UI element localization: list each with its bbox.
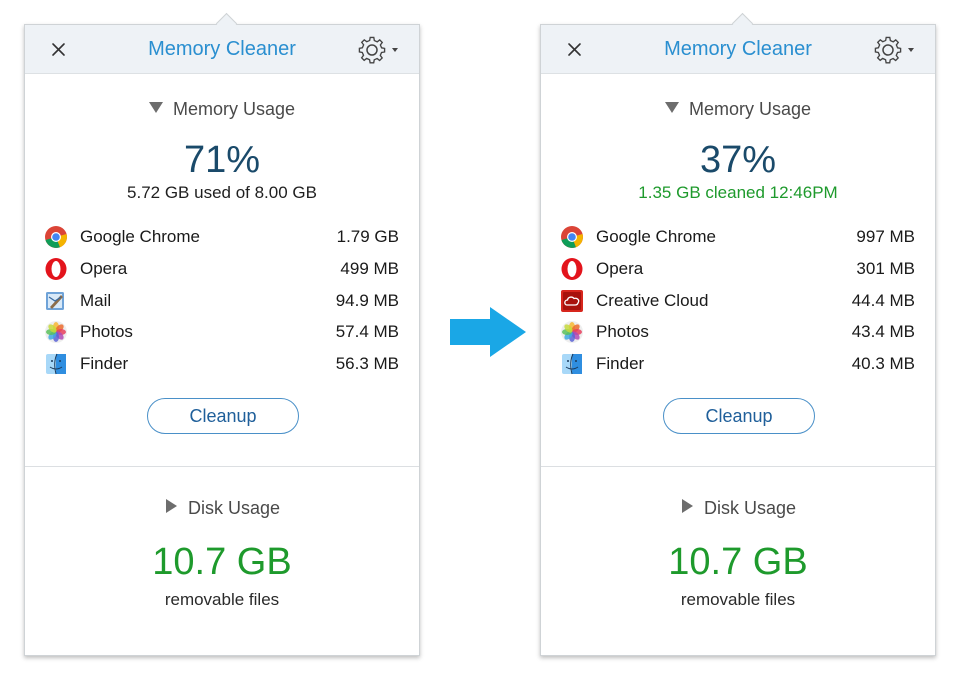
chrome-icon (45, 226, 67, 248)
app-memory-size: 56.3 MB (335, 354, 399, 374)
disk-usage-header: Disk Usage (703, 498, 797, 518)
app-memory-size: 43.4 MB (851, 322, 915, 342)
memory-usage-header: Memory Usage (172, 99, 296, 119)
memory-usage-toggle[interactable]: Memory Usage (541, 99, 935, 120)
section-divider (541, 466, 935, 467)
cleanup-button[interactable]: Cleanup (663, 398, 815, 434)
mail-icon (46, 291, 64, 310)
list-item: Opera 301 MB (560, 256, 915, 288)
memory-cleaned-text: 1.35 GB cleaned 12:46PM (638, 183, 838, 202)
disk-removable-size: 10.7 GB (668, 541, 808, 583)
memory-used-text: 5.72 GB used of 8.00 GB (127, 183, 317, 202)
gear-icon[interactable] (357, 36, 403, 64)
memory-usage-header: Memory Usage (688, 99, 812, 119)
app-memory-size: 499 MB (340, 258, 399, 278)
app-name: Google Chrome (596, 227, 717, 246)
list-item: Creative Cloud 44.4 MB (560, 288, 915, 320)
list-item: Google Chrome 1.79 GB (44, 224, 399, 256)
disclosure-collapsed-icon (681, 499, 693, 513)
cleanup-button[interactable]: Cleanup (147, 398, 299, 434)
app-name: Photos (596, 322, 649, 342)
section-divider (25, 466, 419, 467)
photos-icon (45, 321, 67, 344)
memory-percent: 37% (699, 139, 777, 181)
title-bar: Memory Cleaner (541, 25, 935, 74)
app-memory-size: 57.4 MB (335, 322, 399, 342)
arrow-right-icon (450, 307, 526, 357)
app-name: Google Chrome (80, 227, 201, 246)
app-name: Opera (596, 258, 644, 278)
memory-cleaner-panel-after: Memory Cleaner Memory Usage 37% 1.35 GB … (540, 12, 936, 656)
disk-removable-size: 10.7 GB (152, 541, 292, 583)
app-list: Google Chrome 997 MB Opera 301 MB Creati… (560, 224, 915, 383)
app-memory-size: 997 MB (856, 227, 915, 246)
app-memory-size: 40.3 MB (851, 354, 915, 374)
disclosure-collapsed-icon (165, 499, 177, 513)
app-memory-size: 94.9 MB (335, 290, 399, 310)
memory-cleaner-panel-before: Memory Cleaner Memory Usage 71% 5.72 GB … (24, 12, 420, 656)
disk-caption: removable files (680, 590, 796, 609)
app-name: Photos (80, 322, 133, 342)
opera-icon (45, 257, 67, 280)
app-memory-size: 301 MB (856, 258, 915, 278)
creative-cloud-icon (561, 289, 583, 312)
list-item: Opera 499 MB (44, 256, 399, 288)
disk-usage-toggle[interactable]: Disk Usage (541, 498, 935, 519)
photos-icon (561, 321, 583, 344)
app-memory-size: 44.4 MB (851, 290, 915, 310)
memory-usage-toggle[interactable]: Memory Usage (25, 99, 419, 120)
disclosure-expanded-icon (664, 102, 679, 113)
list-item: Mail 94.9 MB (44, 288, 399, 320)
memory-percent: 71% (183, 139, 261, 181)
disk-usage-header: Disk Usage (187, 498, 281, 518)
title-bar: Memory Cleaner (25, 25, 419, 74)
app-memory-size: 1.79 GB (336, 227, 399, 246)
app-name: Finder (80, 354, 129, 374)
app-name: Finder (596, 354, 645, 374)
chrome-icon (561, 226, 583, 248)
opera-icon (561, 257, 583, 280)
list-item: Google Chrome 997 MB (560, 224, 915, 256)
app-name: Creative Cloud (596, 290, 709, 310)
app-name: Mail (80, 290, 112, 310)
disclosure-expanded-icon (148, 102, 163, 113)
finder-icon (562, 353, 582, 375)
list-item: Photos 43.4 MB (560, 319, 915, 351)
gear-icon[interactable] (873, 36, 919, 64)
finder-icon (46, 353, 66, 375)
disk-usage-toggle[interactable]: Disk Usage (25, 498, 419, 519)
list-item: Finder 40.3 MB (560, 351, 915, 383)
app-name: Opera (80, 258, 128, 278)
disk-caption: removable files (164, 590, 280, 609)
app-list: Google Chrome 1.79 GB Opera 499 MB Mail … (44, 224, 399, 383)
list-item: Photos 57.4 MB (44, 319, 399, 351)
list-item: Finder 56.3 MB (44, 351, 399, 383)
